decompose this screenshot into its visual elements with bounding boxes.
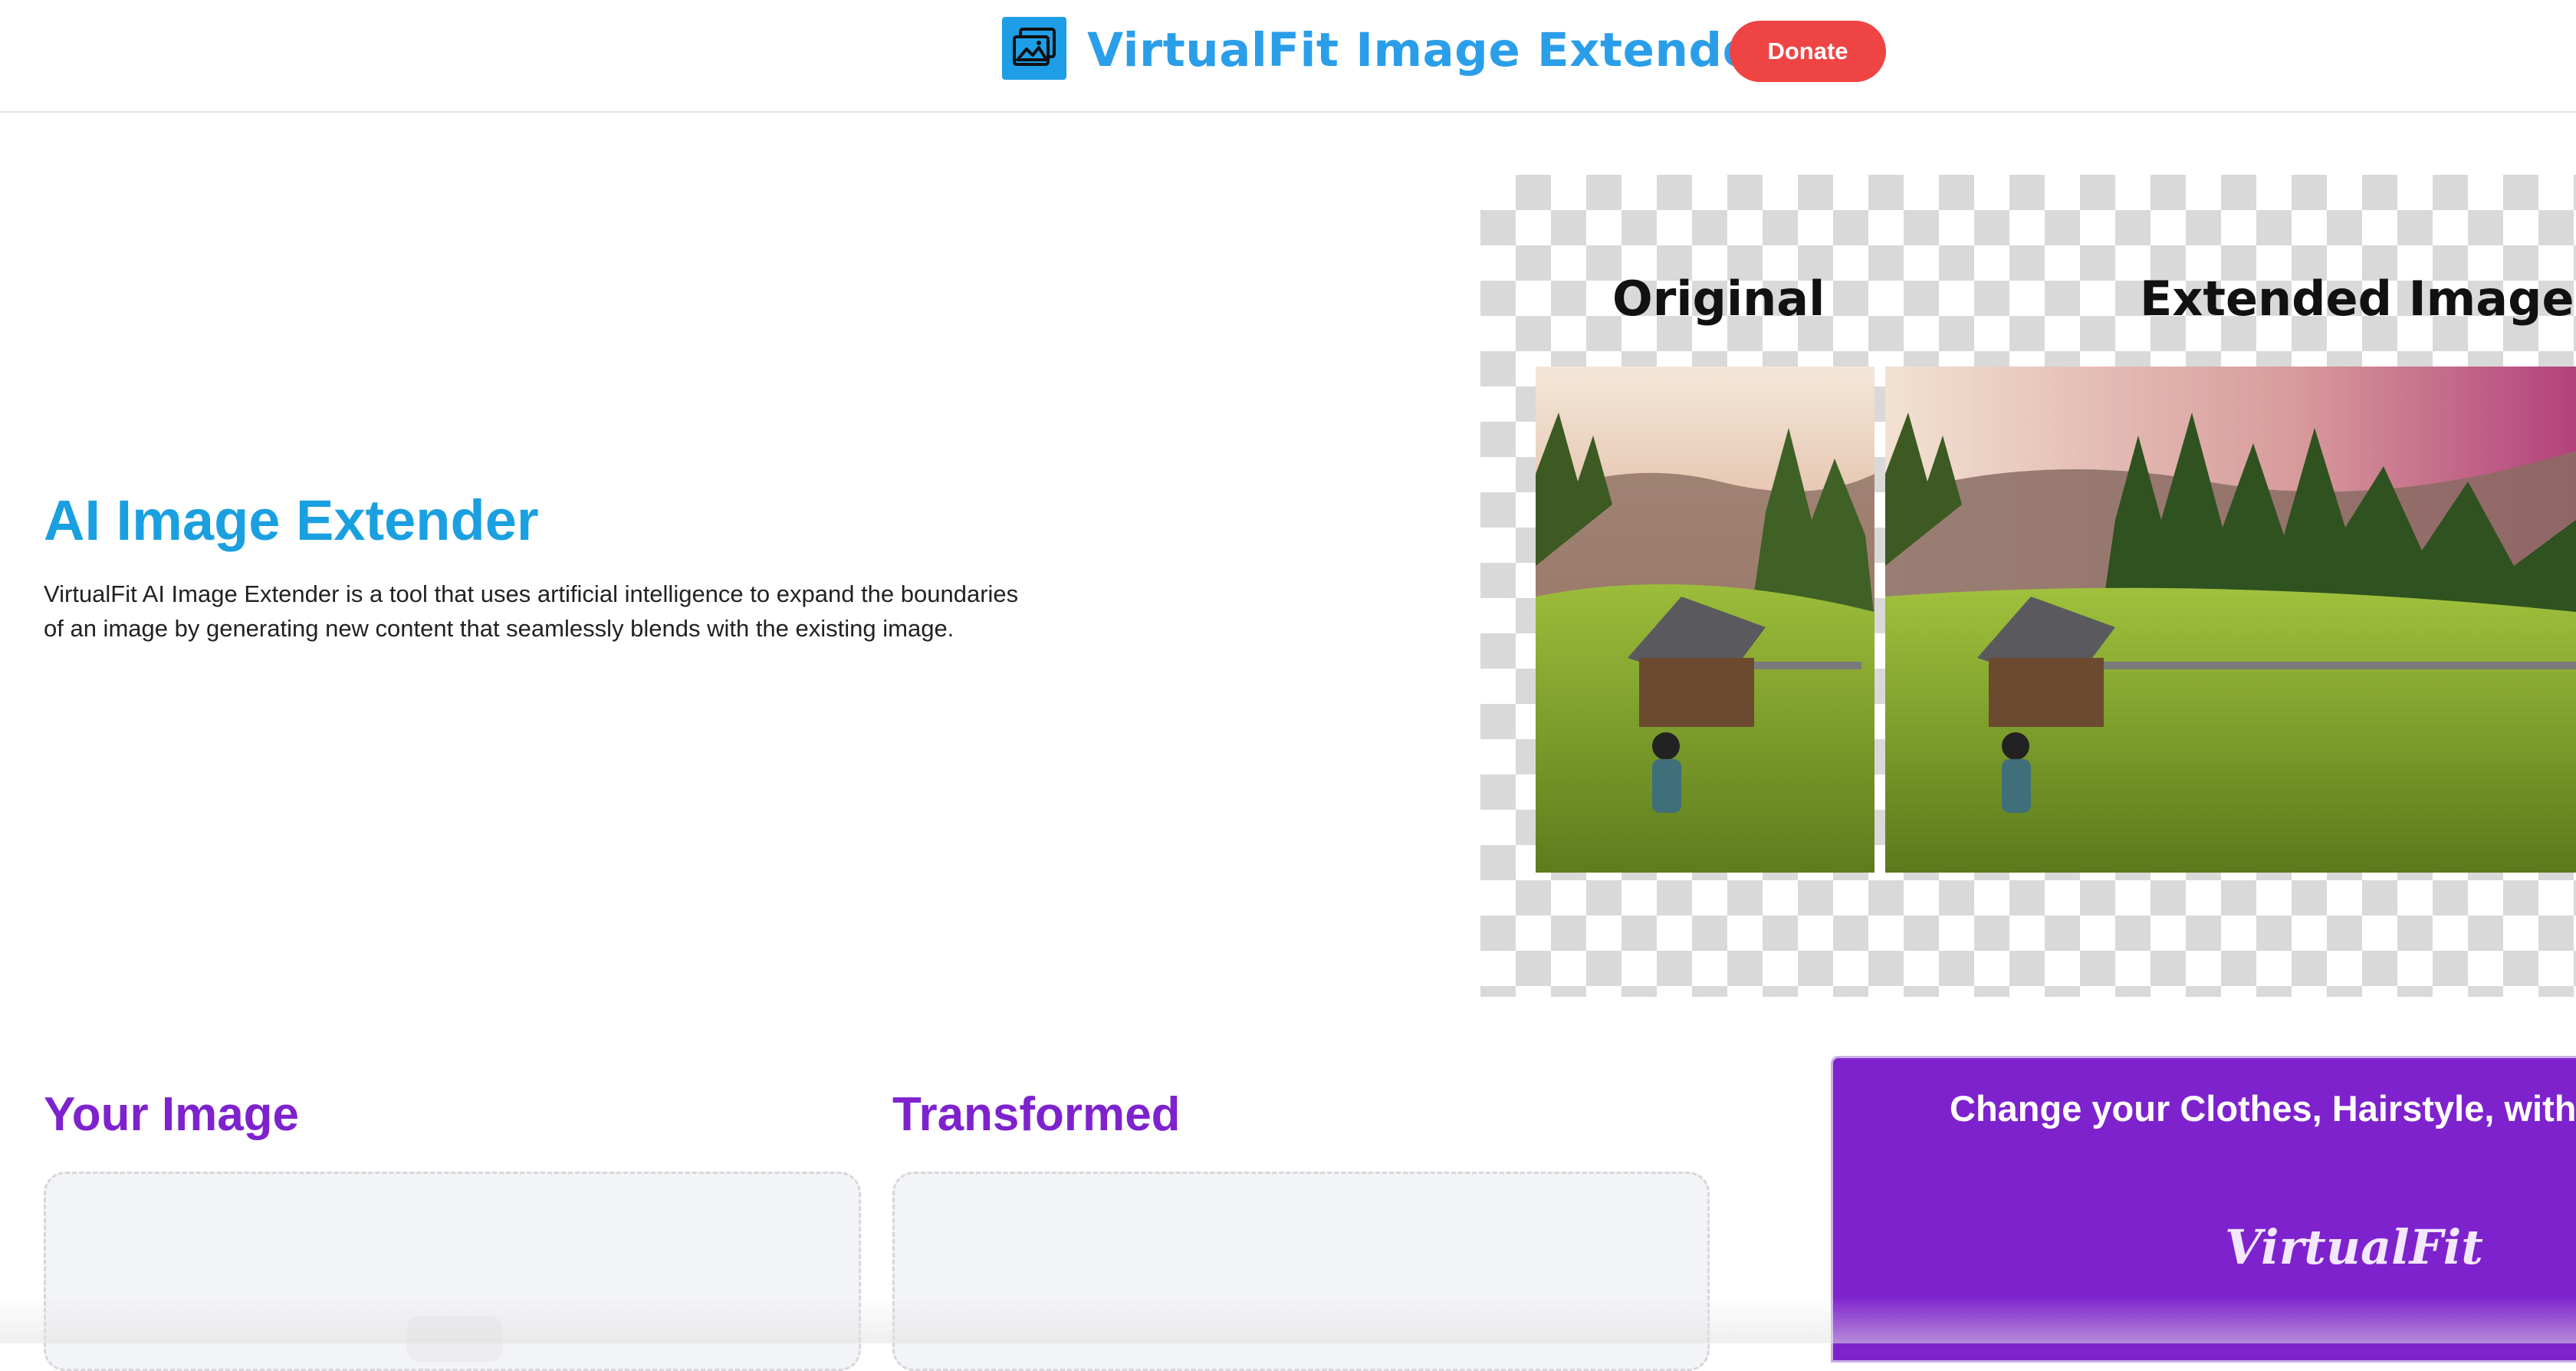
transformed-title: Transformed bbox=[892, 1088, 1181, 1141]
image-icon bbox=[1002, 17, 1066, 80]
image-upload-dropzone[interactable] bbox=[44, 1172, 861, 1371]
top-header: VirtualFit Image Extender Donate bbox=[0, 0, 2576, 113]
donate-button[interactable]: Donate bbox=[1730, 21, 1886, 82]
original-image bbox=[1536, 367, 1875, 873]
promo-text: Change your Clothes, Hairstyle, within bbox=[1950, 1088, 2576, 1129]
hero-title: AI Image Extender bbox=[44, 488, 539, 552]
your-image-title: Your Image bbox=[44, 1088, 300, 1141]
virtualfit-logo: VirtualFit bbox=[2225, 1219, 2483, 1275]
image-icon-glyph bbox=[1013, 28, 1056, 66]
upload-button[interactable] bbox=[406, 1316, 503, 1362]
original-label: Original bbox=[1612, 271, 1825, 327]
virtualfit-promo-card[interactable]: Change your Clothes, Hairstyle, within V… bbox=[1831, 1056, 2576, 1363]
extended-label: Extended Image bbox=[2140, 271, 2574, 327]
hero-description: VirtualFit AI Image Extender is a tool t… bbox=[44, 580, 1019, 642]
app-title[interactable]: VirtualFit Image Extender bbox=[1087, 23, 1778, 84]
extended-image bbox=[1885, 367, 2576, 873]
extender-demo-panel: Original Extended Image bbox=[1480, 175, 2576, 997]
transformed-image-panel bbox=[892, 1172, 1710, 1371]
